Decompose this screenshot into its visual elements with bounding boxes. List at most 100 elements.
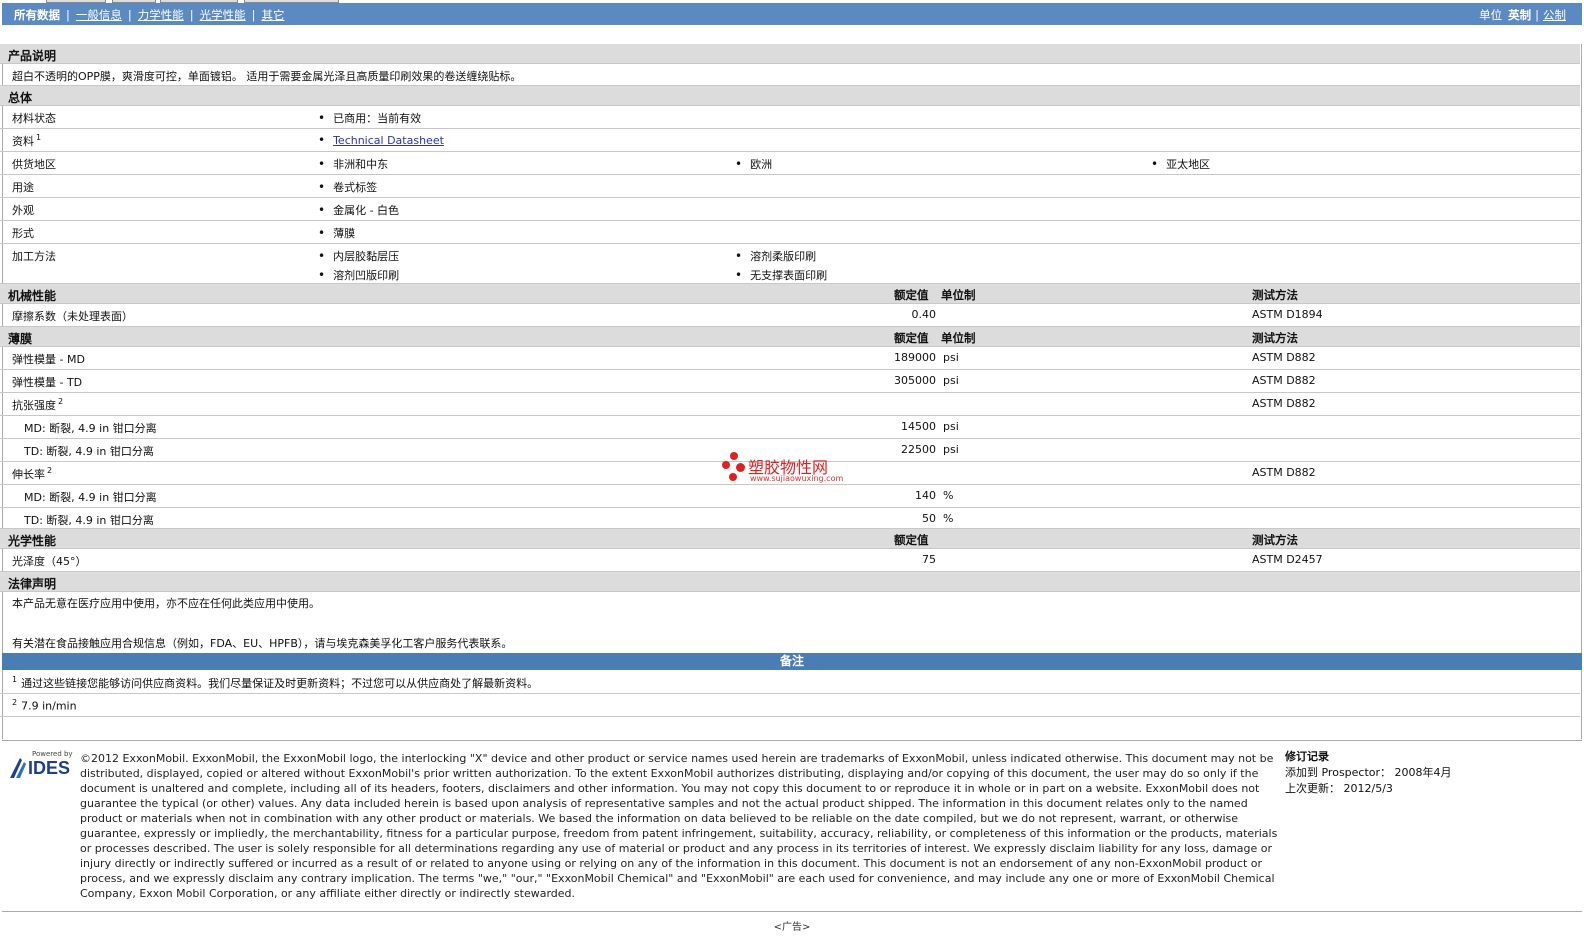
watermark-url: www.sujiaowuxing.com [750, 474, 844, 483]
bullet-wrap: Technical Datasheet [318, 133, 444, 147]
row-value: 内层胶黏层压 [318, 248, 399, 264]
row-value: 溶剂凹版印刷 [318, 267, 399, 283]
notes-header: 备注 [2, 653, 1582, 670]
legal-line: 本产品无意在医疗应用中使用，亦不应在任何此类应用中使用。 [12, 597, 320, 610]
col-header-method: 测试方法 [1252, 331, 1298, 345]
row-label-wrap: 伸长率 2 [12, 466, 52, 482]
tab-separator: | [251, 8, 256, 22]
row-value: 卷式标签 [318, 179, 377, 195]
tab-separator: | [127, 8, 132, 22]
col-header-method: 测试方法 [1252, 533, 1298, 547]
row-label: TD: 断裂, 4.9 in 钳口分离 [24, 514, 154, 527]
row-label: 光泽度（45°） [12, 555, 87, 568]
revision-added-value: 2008年4月 [1394, 766, 1452, 779]
row-label: 加工方法 [12, 250, 56, 263]
row-unit: psi [943, 374, 959, 387]
row-label: TD: 断裂, 4.9 in 钳口分离 [24, 445, 154, 458]
row-value: 欧洲 [735, 156, 772, 172]
general-row-appearance: 外观 金属化 - 白色 [0, 198, 1580, 221]
table-row: MD: 断裂, 4.9 in 钳口分离 14500 psi [0, 416, 1580, 439]
row-value: 溶剂柔版印刷 [735, 248, 816, 264]
general-row-resources: 资料1 Technical Datasheet [0, 129, 1580, 152]
section-mechanical: 机械性能 额定值 单位制 测试方法 [0, 284, 1580, 304]
tab-optical[interactable]: 光学性能 [200, 8, 246, 22]
section-title: 产品说明 [8, 49, 57, 63]
row-value: 无支撑表面印刷 [735, 267, 827, 283]
copyright-legal-text: ©2012 ExxonMobil. ExxonMobil, the ExxonM… [80, 752, 1278, 900]
table-row: 弹性模量 - MD 189000 psi ASTM D882 [0, 347, 1580, 370]
product-description-text: 超白不透明的OPP膜，爽滑度可控，单面镀铝。 适用于需要金属光泽且高质量印刷效果… [12, 70, 522, 83]
unit-separator: | [1535, 8, 1539, 22]
row-label: 用途 [12, 181, 34, 194]
tab-mechanical[interactable]: 力学性能 [138, 8, 184, 22]
row-method: ASTM D882 [1252, 351, 1316, 364]
table-row: MD: 断裂, 4.9 in 钳口分离 140 % [0, 485, 1580, 508]
revision-title: 修订记录 [1285, 750, 1329, 763]
row-label: 外观 [12, 204, 34, 217]
ad-label[interactable]: <广告> [0, 918, 1584, 933]
table-row: 弹性模量 - TD 305000 psi ASTM D882 [0, 370, 1580, 393]
row-label: MD: 断裂, 4.9 in 钳口分离 [24, 491, 157, 504]
note-wrap: 1 通过这些链接您能够访问供应商资料。我们尽量保证及时更新资料；不过您可以从供应商… [10, 675, 538, 691]
row-method: ASTM D2457 [1252, 553, 1323, 566]
footnote-marker: 2 [58, 397, 64, 407]
section-title: 薄膜 [8, 332, 33, 346]
logo-powered-by: Powered by [32, 750, 73, 758]
row-unit: psi [943, 443, 959, 456]
tab-other[interactable]: 其它 [262, 8, 285, 22]
row-method: ASTM D882 [1252, 466, 1316, 479]
row-value: 薄膜 [318, 225, 355, 241]
row-label: 形式 [12, 227, 34, 240]
footnote-marker: 1 [36, 133, 42, 143]
row-value: 50 [922, 512, 936, 525]
section-product-description: 产品说明 [0, 44, 1580, 64]
ides-logo: Powered by IDES [8, 750, 73, 780]
legal-line: 有关潜在食品接触应用合规信息（例如，FDA、EU、HPFB），请与埃克森美孚化工… [12, 637, 513, 650]
col-header-method: 测试方法 [1252, 288, 1298, 302]
general-row-form: 形式 薄膜 [0, 221, 1580, 244]
general-row-material-status: 材料状态 已商用：当前有效 [0, 106, 1580, 129]
category-nav-bar: 所有数据 | 一般信息 | 力学性能 | 光学性能 | 其它 单位 英制 | 公制 [2, 3, 1582, 25]
general-row-usage: 用途 卷式标签 [0, 175, 1580, 198]
row-value: 0.40 [911, 308, 937, 321]
row-value: 305000 [894, 374, 936, 387]
revision-updated-value: 2012/5/3 [1343, 782, 1393, 795]
technical-datasheet-link[interactable]: Technical Datasheet [333, 134, 444, 147]
note-text: 通过这些链接您能够访问供应商资料。我们尽量保证及时更新资料；不过您可以从供应商处… [21, 677, 539, 690]
revision-added: 添加到 Prospector： 2008年4月 [1285, 765, 1452, 781]
tab-separator: | [66, 8, 70, 22]
row-value: 189000 [894, 351, 936, 364]
footnote-marker: 2 [47, 466, 53, 476]
col-header-value: 额定值 [894, 533, 929, 547]
unit-metric-link[interactable]: 公制 [1543, 8, 1566, 22]
row-method: ASTM D1894 [1252, 308, 1323, 321]
row-label: 伸长率 [12, 468, 45, 481]
table-row: 光泽度（45°） 75 ASTM D2457 [0, 549, 1580, 572]
row-unit: psi [943, 351, 959, 364]
section-title: 光学性能 [8, 534, 57, 548]
note-wrap: 2 7.9 in/min [10, 698, 77, 713]
legal-text-block: 本产品无意在医疗应用中使用，亦不应在任何此类应用中使用。 有关潜在食品接触应用合… [0, 592, 1580, 653]
col-header-value: 额定值 [894, 331, 929, 345]
section-title: 机械性能 [8, 289, 57, 303]
watermark-dot [736, 463, 745, 472]
col-header-unit: 单位制 [941, 331, 976, 345]
section-optical: 光学性能 额定值 测试方法 [0, 529, 1580, 549]
watermark-dot [722, 461, 730, 469]
row-label: 弹性模量 - MD [12, 353, 85, 366]
col-header-unit: 单位制 [941, 288, 976, 302]
row-value: 75 [922, 553, 936, 566]
revision-added-label: 添加到 Prospector： [1285, 766, 1392, 779]
unit-label: 单位 [1479, 8, 1503, 22]
row-value: 14500 [901, 420, 936, 433]
col-header-value: 额定值 [894, 288, 929, 302]
note-row: 2 7.9 in/min [0, 694, 1580, 717]
watermark-dot [729, 473, 737, 481]
section-film: 薄膜 额定值 单位制 测试方法 [0, 327, 1580, 347]
tab-general-info[interactable]: 一般信息 [76, 8, 122, 22]
tab-all-data[interactable]: 所有数据 [14, 8, 60, 22]
row-unit: % [943, 489, 954, 502]
note-row: 1 通过这些链接您能够访问供应商资料。我们尽量保证及时更新资料；不过您可以从供应商… [0, 671, 1580, 694]
table-row: 抗张强度 2 ASTM D882 [0, 393, 1580, 416]
general-row-processing: 加工方法 内层胶黏层压 溶剂柔版印刷 溶剂凹版印刷 无支撑表面印刷 [0, 244, 1580, 284]
